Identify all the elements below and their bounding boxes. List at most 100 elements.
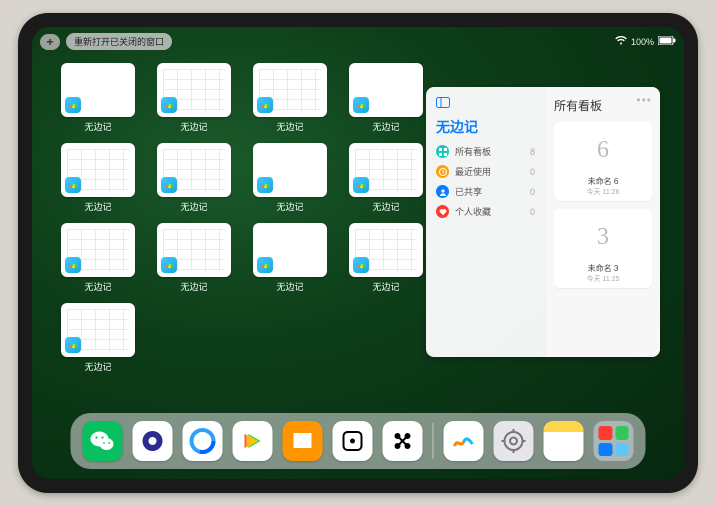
panel-item-label: 个人收藏 bbox=[455, 205, 491, 218]
dock bbox=[71, 413, 646, 469]
app-window-card[interactable]: 无边记 bbox=[60, 63, 136, 133]
app-window-card[interactable]: 无边记 bbox=[156, 223, 232, 293]
app-window-card[interactable]: 无边记 bbox=[60, 303, 136, 373]
sidebar-toggle-icon[interactable] bbox=[436, 97, 535, 111]
board-card[interactable]: 6未命名 6今天 11:26 bbox=[554, 122, 652, 201]
dock-app-wechat[interactable] bbox=[83, 421, 123, 461]
dock-separator bbox=[433, 423, 434, 459]
app-window-card[interactable]: 无边记 bbox=[156, 63, 232, 133]
dock-app-video[interactable] bbox=[233, 421, 273, 461]
window-thumbnail bbox=[349, 223, 423, 277]
window-thumbnail bbox=[349, 63, 423, 117]
window-thumbnail bbox=[157, 63, 231, 117]
freeform-app-icon bbox=[353, 257, 369, 273]
panel-item-count: 0 bbox=[530, 187, 535, 197]
freeform-app-icon bbox=[65, 257, 81, 273]
dock-app-qq-browser[interactable] bbox=[183, 421, 223, 461]
app-window-card[interactable]: 无边记 bbox=[348, 143, 424, 213]
panel-item-label: 已共享 bbox=[455, 185, 482, 198]
reopen-closed-window-chip[interactable]: 重新打开已关闭的窗口 bbox=[66, 33, 172, 50]
grid-icon bbox=[436, 145, 449, 158]
panel-sidebar: 无边记 所有看板 8 最近使用0 已共享 0 个人收藏 0 bbox=[426, 87, 546, 357]
panel-item[interactable]: 最近使用0 bbox=[436, 165, 535, 178]
panel-main: 所有看板 6未命名 6今天 11:263未命名 3今天 11:25 bbox=[546, 87, 660, 357]
dock-app-connect[interactable] bbox=[383, 421, 423, 461]
freeform-app-icon bbox=[353, 177, 369, 193]
dock-app-freeform[interactable] bbox=[444, 421, 484, 461]
window-thumbnail bbox=[253, 223, 327, 277]
app-window-card[interactable]: 无边记 bbox=[252, 143, 328, 213]
battery-icon bbox=[658, 36, 676, 47]
panel-item-count: 8 bbox=[530, 147, 535, 157]
dock-app-books[interactable] bbox=[283, 421, 323, 461]
people-icon bbox=[436, 185, 449, 198]
board-timestamp: 今天 11:25 bbox=[587, 274, 620, 284]
panel-item-label: 所有看板 bbox=[455, 145, 491, 158]
app-window-label: 无边记 bbox=[84, 120, 111, 133]
freeform-panel: ••• 无边记 所有看板 8 最近使用0 已共享 0 个人收藏 0 所有看板 6 未命名 6 今… bbox=[426, 87, 660, 357]
app-window-card[interactable]: 无边记 bbox=[348, 223, 424, 293]
app-window-card[interactable]: 无边记 bbox=[60, 223, 136, 293]
app-window-label: 无边记 bbox=[84, 280, 111, 293]
window-thumbnail bbox=[61, 223, 135, 277]
heart-icon bbox=[436, 205, 449, 218]
board-preview: 3 bbox=[568, 213, 638, 261]
board-name: 未命名 6 bbox=[588, 176, 619, 187]
app-window-label: 无边记 bbox=[84, 360, 111, 373]
freeform-app-icon bbox=[65, 97, 81, 113]
board-card[interactable]: 3 未命名 3今天 11:25 bbox=[554, 209, 652, 288]
app-window-card[interactable]: 无边记 bbox=[252, 223, 328, 293]
app-window-label: 无边记 bbox=[372, 120, 399, 133]
screen: + 重新打开已关闭的窗口 100% 无边记无边记无边记无边记无边记无边记无边记无… bbox=[32, 27, 684, 479]
freeform-app-icon bbox=[65, 337, 81, 353]
freeform-app-icon bbox=[257, 257, 273, 273]
panel-item-count: 0 bbox=[530, 207, 535, 217]
app-window-label: 无边记 bbox=[180, 200, 207, 213]
freeform-app-icon bbox=[257, 97, 273, 113]
window-thumbnail bbox=[61, 303, 135, 357]
wifi-icon bbox=[615, 36, 627, 47]
window-thumbnail bbox=[61, 143, 135, 197]
app-window-label: 无边记 bbox=[180, 280, 207, 293]
app-window-label: 无边记 bbox=[180, 120, 207, 133]
panel-item[interactable]: 已共享 0 bbox=[436, 185, 535, 198]
new-window-button[interactable]: + bbox=[40, 34, 60, 50]
freeform-app-icon bbox=[161, 97, 177, 113]
app-window-label: 无边记 bbox=[372, 280, 399, 293]
dock-app-dice[interactable] bbox=[333, 421, 373, 461]
dock-app-settings[interactable] bbox=[494, 421, 534, 461]
ipad-frame: + 重新打开已关闭的窗口 100% 无边记无边记无边记无边记无边记无边记无边记无… bbox=[18, 13, 698, 493]
freeform-app-icon bbox=[257, 177, 273, 193]
panel-item[interactable]: 所有看板 8 bbox=[436, 145, 535, 158]
more-icon[interactable]: ••• bbox=[636, 93, 652, 107]
window-thumbnail bbox=[157, 223, 231, 277]
dock-app-notes[interactable] bbox=[544, 421, 584, 461]
panel-title: 无边记 bbox=[436, 117, 535, 137]
board-preview: 6 bbox=[568, 126, 638, 174]
panel-item[interactable]: 个人收藏 0 bbox=[436, 205, 535, 218]
window-thumbnail bbox=[253, 143, 327, 197]
freeform-app-icon bbox=[161, 177, 177, 193]
board-name: 未命名 3 bbox=[588, 263, 619, 274]
battery-text: 100% bbox=[631, 37, 654, 47]
window-thumbnail bbox=[349, 143, 423, 197]
app-window-card[interactable]: 无边记 bbox=[348, 63, 424, 133]
app-window-label: 无边记 bbox=[372, 200, 399, 213]
freeform-app-icon bbox=[353, 97, 369, 113]
window-thumbnail bbox=[61, 63, 135, 117]
clock-icon bbox=[436, 165, 449, 178]
freeform-app-icon bbox=[161, 257, 177, 273]
app-switcher-grid: 无边记无边记无边记无边记无边记无边记无边记无边记无边记无边记无边记无边记无边记 bbox=[60, 63, 420, 373]
app-window-card[interactable]: 无边记 bbox=[156, 143, 232, 213]
app-window-label: 无边记 bbox=[276, 280, 303, 293]
app-window-card[interactable]: 无边记 bbox=[252, 63, 328, 133]
app-library-folder[interactable] bbox=[594, 421, 634, 461]
panel-item-count: 0 bbox=[530, 167, 535, 177]
app-window-label: 无边记 bbox=[276, 120, 303, 133]
app-window-label: 无边记 bbox=[84, 200, 111, 213]
panel-category-list: 所有看板 8 最近使用0 已共享 0 个人收藏 0 bbox=[436, 145, 535, 218]
freeform-app-icon bbox=[65, 177, 81, 193]
dock-app-quark[interactable] bbox=[133, 421, 173, 461]
app-window-card[interactable]: 无边记 bbox=[60, 143, 136, 213]
status-indicators: 100% bbox=[615, 36, 676, 47]
